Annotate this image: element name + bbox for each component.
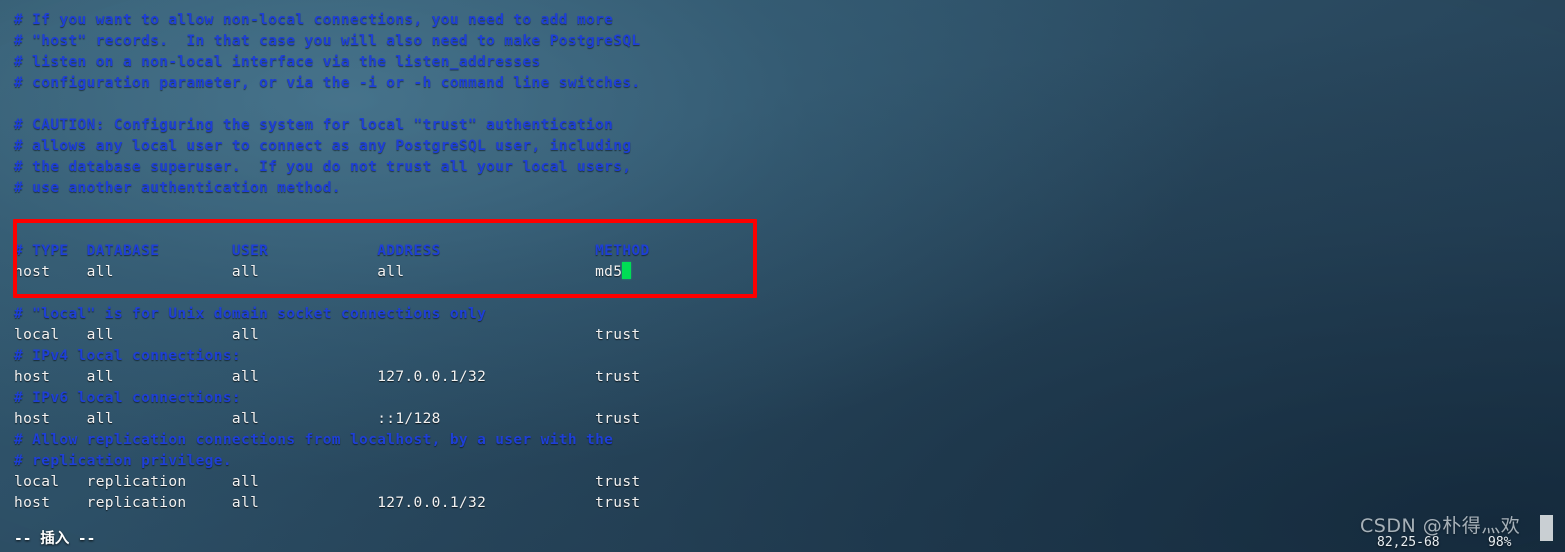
- buffer-line-text: host replication all 127.0.0.1/32 trust: [14, 495, 641, 511]
- terminal-block-cursor: [1540, 515, 1553, 541]
- buffer-line-text: # CAUTION: Configuring the system for lo…: [14, 117, 614, 133]
- buffer-line-text: # "local" is for Unix domain socket conn…: [14, 306, 487, 322]
- vim-status-line: -- 插入 -- 82,25-68 98%: [0, 526, 1565, 552]
- buffer-line-text: host all all 127.0.0.1/32 trust: [14, 369, 641, 385]
- buffer-line[interactable]: # replication privilege.: [0, 451, 1565, 472]
- buffer-line[interactable]: # IPv4 local connections:: [0, 346, 1565, 367]
- buffer-line[interactable]: host all all ::1/128 trust: [0, 409, 1565, 430]
- insert-cursor: [622, 262, 632, 279]
- buffer-line[interactable]: # use another authentication method.: [0, 178, 1565, 199]
- buffer-line[interactable]: # IPv6 local connections:: [0, 388, 1565, 409]
- buffer-line-text: # listen on a non-local interface via th…: [14, 54, 541, 70]
- buffer-line-text: # replication privilege.: [14, 453, 232, 469]
- buffer-line[interactable]: # "host" records. In that case you will …: [0, 31, 1565, 52]
- buffer-line[interactable]: # TYPE DATABASE USER ADDRESS METHOD: [0, 241, 1565, 262]
- buffer-line-text: # "host" records. In that case you will …: [14, 33, 641, 49]
- buffer-line[interactable]: # "local" is for Unix domain socket conn…: [0, 304, 1565, 325]
- buffer-line-text: # configuration parameter, or via the -i…: [14, 75, 641, 91]
- buffer-line-text: local replication all trust: [14, 474, 641, 490]
- buffer-line-text: # TYPE DATABASE USER ADDRESS METHOD: [14, 243, 650, 259]
- buffer-line[interactable]: [0, 199, 1565, 220]
- buffer-line-text: # allows any local user to connect as an…: [14, 138, 632, 154]
- buffer-line[interactable]: # listen on a non-local interface via th…: [0, 52, 1565, 73]
- buffer-line[interactable]: local all all trust: [0, 325, 1565, 346]
- vim-mode-indicator: -- 插入 --: [14, 531, 96, 547]
- vim-ruler-position: 82,25-68: [1377, 535, 1440, 550]
- buffer-line[interactable]: # If you want to allow non-local connect…: [0, 10, 1565, 31]
- terminal-window[interactable]: ## If you want to allow non-local connec…: [0, 0, 1565, 552]
- buffer-line-text: host all all ::1/128 trust: [14, 411, 641, 427]
- buffer-line-text: # use another authentication method.: [14, 180, 341, 196]
- vim-ruler-percent: 98%: [1488, 535, 1512, 550]
- vim-text-buffer[interactable]: ## If you want to allow non-local connec…: [0, 0, 1565, 514]
- buffer-line[interactable]: local replication all trust: [0, 472, 1565, 493]
- buffer-line-text: # the database superuser. If you do not …: [14, 159, 632, 175]
- buffer-line-text: # If you want to allow non-local connect…: [14, 12, 614, 28]
- buffer-line[interactable]: [0, 94, 1565, 115]
- buffer-line-text: host all all all md5: [14, 264, 623, 280]
- buffer-line[interactable]: host all all all md5: [0, 262, 1565, 283]
- buffer-line[interactable]: [0, 283, 1565, 304]
- buffer-line[interactable]: # Allow replication connections from loc…: [0, 430, 1565, 451]
- buffer-line[interactable]: host all all 127.0.0.1/32 trust: [0, 367, 1565, 388]
- buffer-line-text: # Allow replication connections from loc…: [14, 432, 614, 448]
- buffer-line[interactable]: # the database superuser. If you do not …: [0, 157, 1565, 178]
- buffer-line-text: local all all trust: [14, 327, 641, 343]
- buffer-line[interactable]: # CAUTION: Configuring the system for lo…: [0, 115, 1565, 136]
- buffer-line[interactable]: host replication all 127.0.0.1/32 trust: [0, 493, 1565, 514]
- buffer-line[interactable]: [0, 220, 1565, 241]
- buffer-line-text: # IPv4 local connections:: [14, 348, 241, 364]
- buffer-line[interactable]: # configuration parameter, or via the -i…: [0, 73, 1565, 94]
- buffer-line[interactable]: # allows any local user to connect as an…: [0, 136, 1565, 157]
- buffer-line-text: # IPv6 local connections:: [14, 390, 241, 406]
